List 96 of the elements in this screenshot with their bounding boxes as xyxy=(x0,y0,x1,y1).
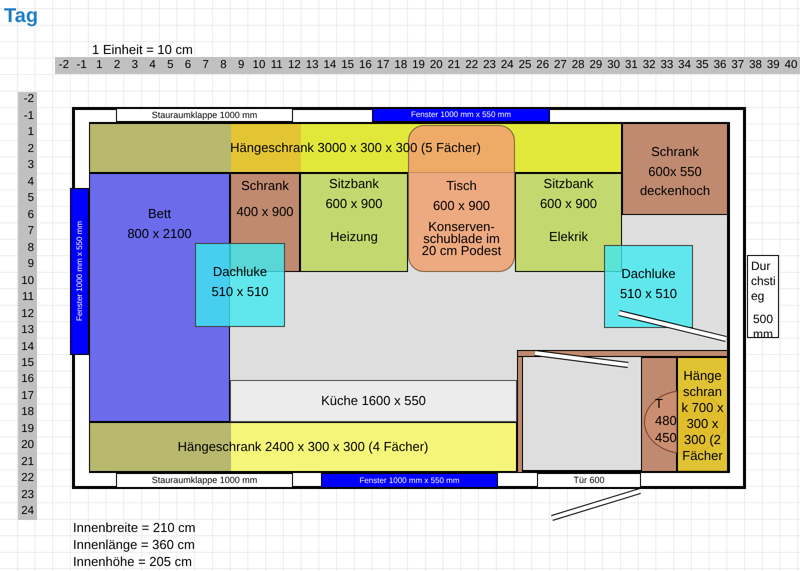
storage-hatch-label: Stauraumklappe 1000 mm xyxy=(152,110,258,120)
column-number: 38 xyxy=(748,60,763,72)
scale-note: 1 Einheit = 10 cm xyxy=(92,41,193,59)
toilet-label: T 480 450 xyxy=(655,395,677,446)
row-number: 15 xyxy=(20,356,35,371)
column-number: 30 xyxy=(606,60,622,72)
row-number: 6 xyxy=(26,208,35,223)
column-number: 16 xyxy=(358,60,373,72)
column-number: 40 xyxy=(784,60,798,72)
window-label: Fenster 1000 mm x 550 mm xyxy=(76,221,84,322)
table-label: Tisch 600 x 900 xyxy=(432,177,490,214)
row-number: 22 xyxy=(20,471,35,486)
column-number: 4 xyxy=(148,60,157,72)
row-number: 16 xyxy=(20,372,35,388)
column-number: -2 xyxy=(58,60,70,72)
column-number: 26 xyxy=(535,60,550,72)
column-number: 34 xyxy=(677,60,692,72)
column-number: 19 xyxy=(411,60,426,72)
window-label: Fenster 1000 mm x 550 mm xyxy=(359,476,460,484)
row-number: 18 xyxy=(20,405,35,420)
column-number: 39 xyxy=(766,60,781,72)
column-number: 28 xyxy=(570,60,586,72)
table-note: Konserven- schublade im 20 cm Podest xyxy=(422,221,502,257)
row-number: 10 xyxy=(20,274,35,289)
column-number: 8 xyxy=(219,60,228,72)
row-number: 12 xyxy=(20,306,35,322)
row-number: 14 xyxy=(20,340,35,355)
row-number: 21 xyxy=(20,454,35,470)
row-number: 11 xyxy=(21,290,35,306)
row-number: 13 xyxy=(20,323,35,338)
column-number: 21 xyxy=(446,60,462,72)
column-number: 17 xyxy=(376,60,390,72)
column-number: 5 xyxy=(166,60,174,72)
row-number: 5 xyxy=(26,191,35,206)
column-number: 6 xyxy=(184,60,192,72)
row-number: 3 xyxy=(26,158,35,174)
column-number: 29 xyxy=(588,60,604,72)
row-number: 9 xyxy=(26,257,35,272)
row-number: 7 xyxy=(26,224,35,240)
row-number: 17 xyxy=(20,388,35,404)
bench-note: Heizung xyxy=(330,228,378,246)
column-number: 32 xyxy=(642,60,656,72)
column-number: 15 xyxy=(340,60,356,72)
passage-label: Dur chsti eg xyxy=(751,259,776,304)
column-number: 12 xyxy=(287,60,302,72)
column-number: 36 xyxy=(712,60,728,72)
row-number: 20 xyxy=(20,438,35,454)
wardrobe-note: 400 x 900 xyxy=(236,202,294,220)
column-number: 37 xyxy=(730,60,746,72)
page-title: Tag xyxy=(4,4,38,29)
row-number: 4 xyxy=(26,174,35,190)
skylight-label: Dachluke 510 x 510 xyxy=(211,263,269,300)
kitchen-label: Küche 1600 x 550 xyxy=(321,392,426,410)
column-number: 10 xyxy=(252,60,266,72)
column-number: 20 xyxy=(428,60,444,72)
skylight-label: Dachluke 510 x 510 xyxy=(620,265,678,302)
dimension-note: Innenlänge = 360 cm xyxy=(73,536,196,553)
column-number: 2 xyxy=(112,60,122,72)
bench-label: Sitzbank 600 x 900 xyxy=(325,175,383,212)
row-number: -1 xyxy=(22,108,35,124)
wardrobe-label: Schrank 600x 550 deckenhoch xyxy=(640,143,710,200)
column-number: 7 xyxy=(202,60,210,72)
column-number: -1 xyxy=(75,60,88,72)
column-number: 35 xyxy=(694,60,710,72)
column-number: 1 xyxy=(95,60,104,72)
wardrobe-label: Schrank xyxy=(241,177,289,195)
column-number: 33 xyxy=(659,60,674,72)
column-number: 13 xyxy=(304,60,320,72)
column-number: 23 xyxy=(482,60,497,72)
row-number: 24 xyxy=(20,504,35,520)
door-label: Tür 600 xyxy=(573,476,605,485)
row-number: -2 xyxy=(22,92,35,108)
bench-label: Sitzbank 600 x 900 xyxy=(540,175,598,212)
column-number: 25 xyxy=(518,60,532,72)
storage-hatch-label: Stauraumklappe 1000 mm xyxy=(152,476,258,485)
column-number: 24 xyxy=(500,60,515,72)
column-number: 3 xyxy=(130,60,139,72)
row-number: 2 xyxy=(26,142,35,157)
column-number: 9 xyxy=(237,60,246,72)
row-number: 19 xyxy=(20,422,35,437)
dimension-note: Innenbreite = 210 cm xyxy=(73,519,196,536)
wall-cabinet-label: Hängeschrank 2400 x 300 x 300 (4 Fächer) xyxy=(178,438,428,456)
column-number: 27 xyxy=(553,60,568,72)
column-number: 18 xyxy=(393,60,408,72)
column-number: 14 xyxy=(322,60,338,72)
bed-label: Bett 800 x 2100 xyxy=(127,205,192,242)
row-number: 1 xyxy=(26,125,35,140)
window-label: Fenster 1000 mm x 550 mm xyxy=(410,111,512,119)
row-number: 8 xyxy=(26,240,35,256)
column-number: 22 xyxy=(464,60,480,72)
column-number: 31 xyxy=(624,60,639,72)
row-number: 23 xyxy=(20,488,35,503)
column-number: 11 xyxy=(270,60,284,72)
bench-note: Elekrik xyxy=(548,228,588,246)
dimension-note: Innenhöhe = 205 cm xyxy=(73,553,193,570)
wall-cabinet-label: Hänge schran k 700 x 300 x 300 (2 Fächer xyxy=(682,368,724,464)
